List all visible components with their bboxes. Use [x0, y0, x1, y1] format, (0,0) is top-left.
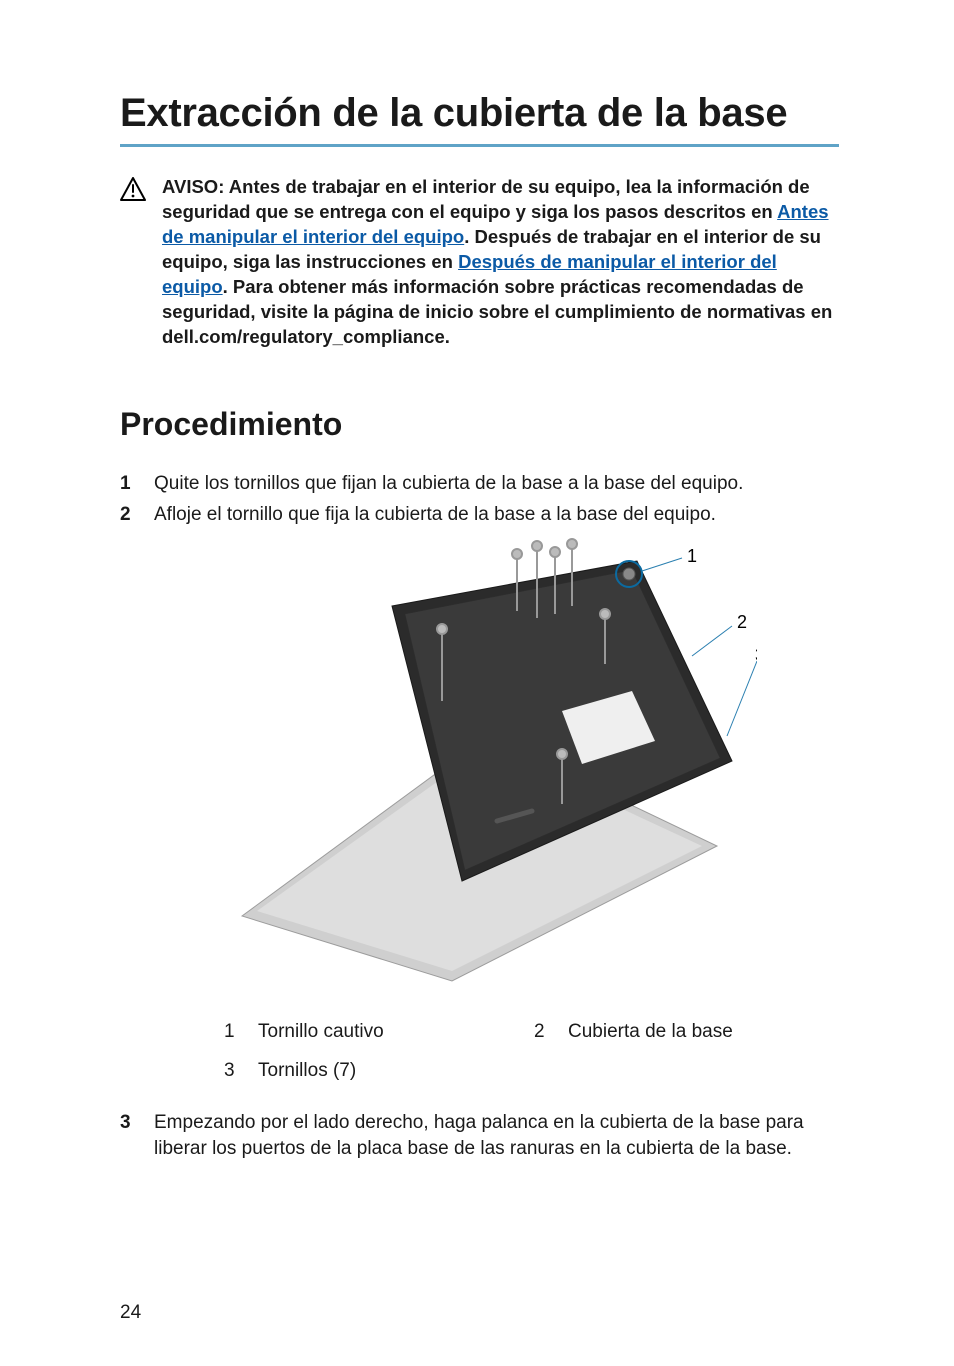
legend-item-3: 3 Tornillos (7)	[224, 1058, 534, 1085]
legend-num: 1	[224, 1019, 238, 1046]
legend-row: 3 Tornillos (7)	[224, 1058, 839, 1085]
step-text: Afloje el tornillo que fija la cubierta …	[154, 502, 839, 528]
warning-icon	[120, 177, 146, 350]
aviso-part3: . Para obtener más información sobre prá…	[162, 276, 832, 347]
warning-text: AVISO: Antes de trabajar en el interior …	[162, 175, 839, 350]
legend-num: 2	[534, 1019, 548, 1046]
step-text: Empezando por el lado derecho, haga pala…	[154, 1110, 839, 1161]
figure-wrap: 1 2 3	[154, 536, 839, 991]
step-body: Afloje el tornillo que fija la cubierta …	[154, 502, 839, 1096]
figure-legend: 1 Tornillo cautivo 2 Cubierta de la base…	[224, 1019, 839, 1084]
legend-label: Cubierta de la base	[568, 1019, 733, 1046]
legend-num: 3	[224, 1058, 238, 1085]
page-title: Extracción de la cubierta de la base	[120, 90, 839, 136]
step-3: 3 Empezando por el lado derecho, haga pa…	[120, 1110, 839, 1161]
step-number: 1	[120, 471, 134, 497]
page-number: 24	[120, 1302, 141, 1324]
legend-label: Tornillos (7)	[258, 1058, 356, 1085]
step-number: 3	[120, 1110, 134, 1161]
warning-block: AVISO: Antes de trabajar en el interior …	[120, 175, 839, 350]
legend-row: 1 Tornillo cautivo 2 Cubierta de la base	[224, 1019, 839, 1046]
step-2: 2 Afloje el tornillo que fija la cubiert…	[120, 502, 839, 1096]
manual-page: Extracción de la cubierta de la base AVI…	[0, 0, 954, 1366]
step-1: 1 Quite los tornillos que fijan la cubie…	[120, 471, 839, 497]
callout-3: 3	[755, 645, 757, 665]
callout-2: 2	[737, 612, 747, 632]
callout-1: 1	[687, 546, 697, 566]
legend-label: Tornillo cautivo	[258, 1019, 384, 1046]
legend-item-2: 2 Cubierta de la base	[534, 1019, 733, 1046]
section-heading: Procedimiento	[120, 406, 839, 443]
title-underline	[120, 144, 839, 147]
aviso-part1: AVISO: Antes de trabajar en el interior …	[162, 176, 810, 222]
base-cover-figure: 1 2 3	[237, 536, 757, 991]
step-text: Quite los tornillos que fijan la cubiert…	[154, 471, 839, 497]
step-number: 2	[120, 502, 134, 1096]
procedure-steps: 1 Quite los tornillos que fijan la cubie…	[120, 471, 839, 1162]
legend-item-1: 1 Tornillo cautivo	[224, 1019, 534, 1046]
